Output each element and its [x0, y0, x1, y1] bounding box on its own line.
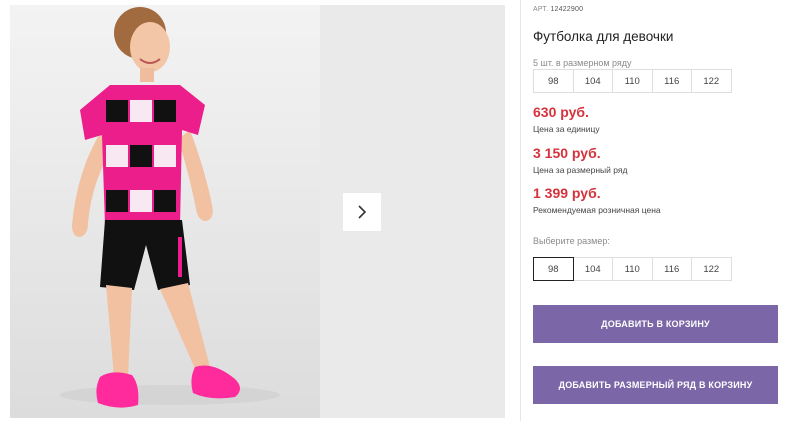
- product-photo[interactable]: [10, 5, 320, 418]
- size-picker: 98 104 110 116 122: [533, 257, 732, 281]
- size-option-98[interactable]: 98: [533, 257, 574, 281]
- product-page: АРТ. 12422900 Футболка для девочки 5 шт.…: [0, 0, 800, 421]
- size-run-list: 98 104 110 116 122: [533, 69, 732, 93]
- column-divider: [520, 0, 521, 421]
- size-option-116[interactable]: 116: [651, 257, 692, 281]
- retail-price: 1 399 руб.: [533, 185, 601, 201]
- product-title: Футболка для девочки: [533, 29, 674, 44]
- add-to-cart-button[interactable]: ДОБАВИТЬ В КОРЗИНУ: [533, 305, 778, 343]
- size-run-item: 116: [651, 69, 692, 93]
- chevron-right-icon: [358, 205, 367, 219]
- size-option-104[interactable]: 104: [572, 257, 613, 281]
- article-value: 12422900: [550, 6, 584, 13]
- size-run-item: 104: [572, 69, 613, 93]
- gallery-next-button[interactable]: [343, 193, 381, 231]
- unit-price: 630 руб.: [533, 104, 589, 120]
- article-label: АРТ.: [533, 6, 549, 13]
- article-number: АРТ. 12422900: [533, 6, 583, 13]
- size-picker-label: Выберите размер:: [533, 236, 610, 246]
- size-run-item: 110: [612, 69, 653, 93]
- unit-price-note: Цена за единицу: [533, 124, 600, 134]
- size-option-110[interactable]: 110: [612, 257, 653, 281]
- size-run-label: 5 шт. в размерном ряду: [533, 58, 632, 68]
- size-run-item: 98: [533, 69, 574, 93]
- product-gallery: [10, 5, 505, 418]
- size-option-122[interactable]: 122: [691, 257, 732, 281]
- size-run-price-note: Цена за размерный ряд: [533, 165, 628, 175]
- size-run-item: 122: [691, 69, 732, 93]
- size-run-price: 3 150 руб.: [533, 145, 601, 161]
- add-size-run-to-cart-button[interactable]: ДОБАВИТЬ РАЗМЕРНЫЙ РЯД В КОРЗИНУ: [533, 366, 778, 404]
- retail-price-note: Рекомендуемая розничная цена: [533, 205, 661, 215]
- girl-in-tshirt-image: [60, 7, 280, 408]
